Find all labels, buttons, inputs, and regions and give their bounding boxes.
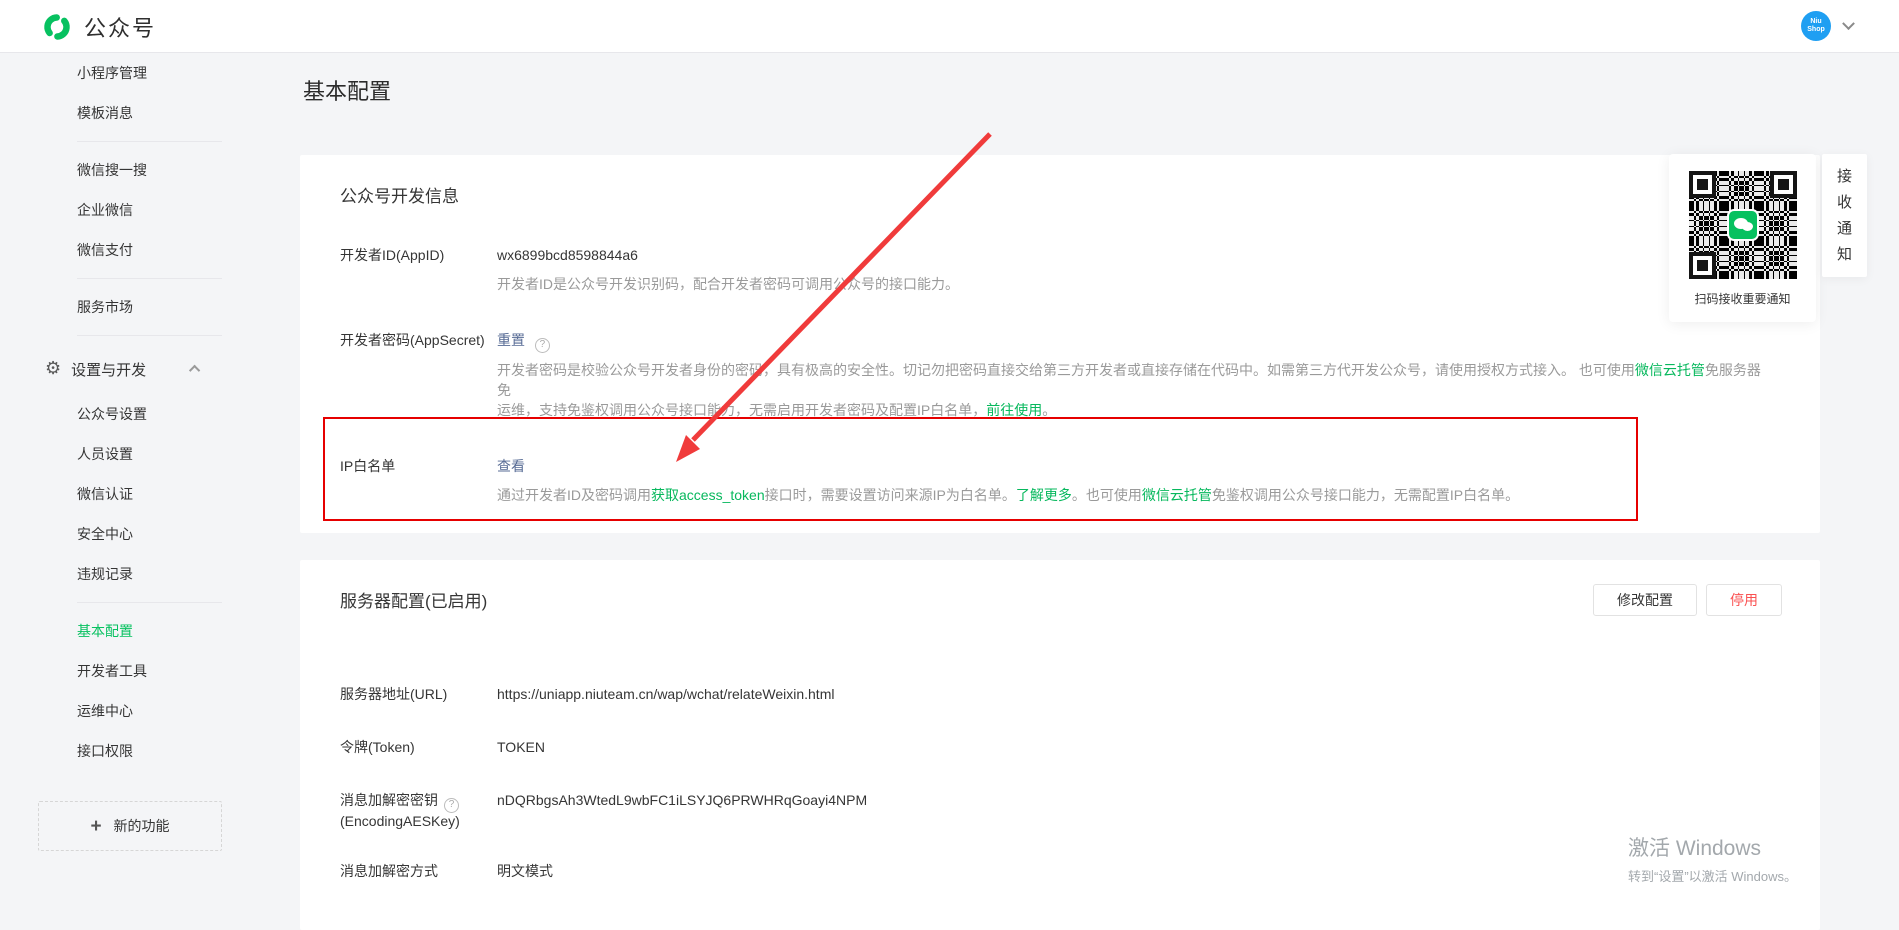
server-url-value: https://uniapp.niuteam.cn/wap/wchat/rela… <box>497 684 1774 704</box>
sidebar-group-label: 设置与开发 <box>71 359 146 380</box>
account-avatar[interactable]: Niu Shop <box>1801 11 1831 41</box>
appid-label: 开发者ID(AppID) <box>340 245 497 294</box>
cloudbase-link[interactable]: 微信云托管 <box>1142 487 1212 503</box>
sidebar-item-dev-tools[interactable]: 开发者工具 <box>0 651 280 691</box>
server-config-actions: 修改配置 停用 <box>1593 584 1782 616</box>
top-bar: 公众号 Niu Shop <box>0 0 1899 53</box>
appid-value: wx6899bcd8598844a6 <box>497 245 1774 265</box>
sidebar-item-service-market[interactable]: 服务市场 <box>0 287 280 327</box>
qr-finder-icon <box>1689 171 1716 198</box>
aeskey-label-line2: (EncodingAESKey) <box>340 811 485 831</box>
sidebar-divider <box>77 602 222 603</box>
ip-desc-text: 接口时，需要设置访问来源IP为白名单。 <box>765 487 1016 503</box>
plus-icon: + <box>90 817 101 836</box>
receive-notify-tab[interactable]: 接收通知 <box>1822 154 1867 277</box>
qr-finder-icon <box>1770 171 1797 198</box>
sidebar-item-api-permission[interactable]: 接口权限 <box>0 731 280 771</box>
sidebar-item-basic-config[interactable]: 基本配置 <box>0 611 280 651</box>
sidebar-item-wechat-search[interactable]: 微信搜一搜 <box>0 150 280 190</box>
aeskey-label-text: 消息加解密密钥 <box>340 792 438 808</box>
sidebar-divider <box>77 335 222 336</box>
page-title: 基本配置 <box>303 74 391 106</box>
aeskey-row: 消息加解密密钥? (EncodingAESKey) nDQRbgsAh3Wted… <box>300 790 1820 831</box>
sidebar-item-staff-settings[interactable]: 人员设置 <box>0 434 280 474</box>
account-menu: Niu Shop <box>1801 11 1853 41</box>
token-label: 令牌(Token) <box>340 737 497 757</box>
token-value: TOKEN <box>497 737 1774 757</box>
wechat-oa-logo-icon <box>42 12 72 42</box>
qr-notify-panel: 扫码接收重要通知 <box>1669 154 1816 322</box>
server-url-row: 服务器地址(URL) https://uniapp.niuteam.cn/wap… <box>300 684 1820 704</box>
help-icon[interactable]: ? <box>535 338 550 353</box>
help-icon[interactable]: ? <box>444 798 459 813</box>
ip-whitelist-row: IP白名单 查看 通过开发者ID及密码调用获取access_token接口时，需… <box>300 456 1820 505</box>
sidebar-item-account-settings[interactable]: 公众号设置 <box>0 394 280 434</box>
go-use-link[interactable]: 前往使用 <box>986 402 1042 418</box>
cloudbase-link[interactable]: 微信云托管 <box>1635 362 1705 378</box>
appsecret-desc-text: 。 <box>1042 402 1056 418</box>
chevron-down-icon[interactable] <box>1842 17 1855 30</box>
appid-description: 开发者ID是公众号开发识别码，配合开发者密码可调用公众号的接口能力。 <box>497 274 1774 294</box>
appsecret-reset-link[interactable]: 重置 <box>497 332 525 348</box>
token-row: 令牌(Token) TOKEN <box>300 737 1820 757</box>
appsecret-row: 开发者密码(AppSecret) 重置 ? 开发者密码是校验公众号开发者身份的密… <box>300 330 1820 420</box>
sidebar-item-wecom[interactable]: 企业微信 <box>0 190 280 230</box>
ip-desc-text: 免鉴权调用公众号接口能力，无需配置IP白名单。 <box>1212 487 1519 503</box>
developer-info-heading: 公众号开发信息 <box>300 155 1820 209</box>
new-feature-label: 新的功能 <box>114 816 170 836</box>
appsecret-label: 开发者密码(AppSecret) <box>340 330 497 420</box>
learn-more-link[interactable]: 了解更多 <box>1016 487 1072 503</box>
server-config-heading: 服务器配置(已启用) <box>300 560 1820 614</box>
app-title: 公众号 <box>84 11 156 43</box>
access-token-link[interactable]: 获取access_token <box>651 487 765 503</box>
ip-desc-text: 通过开发者ID及密码调用 <box>497 487 651 503</box>
appsecret-desc-text: 开发者密码是校验公众号开发者身份的密码，具有极高的安全性。切记勿把密码直接交给第… <box>497 362 1635 378</box>
sidebar-divider <box>77 278 222 279</box>
disable-button[interactable]: 停用 <box>1706 584 1782 616</box>
new-feature-button[interactable]: + 新的功能 <box>38 801 222 851</box>
sidebar-item-security-center[interactable]: 安全中心 <box>0 514 280 554</box>
qr-caption: 扫码接收重要通知 <box>1669 290 1816 307</box>
sidebar-item-wechat-pay[interactable]: 微信支付 <box>0 230 280 270</box>
wechat-badge-icon <box>1727 209 1759 241</box>
aeskey-value: nDQRbgsAh3WtedL9wbFC1iLSYJQ6PRWHRqGoayi4… <box>497 790 1774 810</box>
ip-desc-text: 。也可使用 <box>1072 487 1142 503</box>
gear-icon: ⚙ <box>45 360 61 378</box>
chevron-up-icon <box>189 365 200 376</box>
ip-whitelist-description: 通过开发者ID及密码调用获取access_token接口时，需要设置访问来源IP… <box>497 485 1774 505</box>
appid-row: 开发者ID(AppID) wx6899bcd8598844a6 开发者ID是公众… <box>300 245 1820 294</box>
ip-whitelist-view-link[interactable]: 查看 <box>497 458 525 474</box>
ip-whitelist-label: IP白名单 <box>340 456 497 505</box>
developer-info-card: 公众号开发信息 开发者ID(AppID) wx6899bcd8598844a6 … <box>300 155 1820 533</box>
sidebar-nav: 小程序管理 模板消息 微信搜一搜 企业微信 微信支付 服务市场 ⚙ 设置与开发 … <box>0 53 280 851</box>
appsecret-desc-text: 运维，支持免鉴权调用公众号接口能力，无需启用开发者密码及配置IP白名单， <box>497 402 986 418</box>
sidebar-item-miniprogram[interactable]: 小程序管理 <box>0 53 280 93</box>
brand: 公众号 <box>42 11 156 43</box>
modify-config-button[interactable]: 修改配置 <box>1593 584 1697 616</box>
aeskey-label: 消息加解密密钥? (EncodingAESKey) <box>340 790 497 831</box>
receive-notify-label: 接收通知 <box>1837 164 1852 277</box>
sidebar-item-violation-record[interactable]: 违规记录 <box>0 554 280 594</box>
sidebar-item-ops-center[interactable]: 运维中心 <box>0 691 280 731</box>
server-url-label: 服务器地址(URL) <box>340 684 497 704</box>
sidebar-group-settings-dev[interactable]: ⚙ 设置与开发 <box>0 344 280 394</box>
appsecret-description: 开发者密码是校验公众号开发者身份的密码，具有极高的安全性。切记勿把密码直接交给第… <box>497 360 1774 420</box>
sidebar-divider <box>77 141 222 142</box>
sidebar-item-template-msg[interactable]: 模板消息 <box>0 93 280 133</box>
qr-code <box>1685 167 1801 283</box>
sidebar-item-wechat-verify[interactable]: 微信认证 <box>0 474 280 514</box>
qr-finder-icon <box>1689 252 1716 279</box>
server-config-card: 服务器配置(已启用) 修改配置 停用 服务器地址(URL) https://un… <box>300 560 1820 930</box>
